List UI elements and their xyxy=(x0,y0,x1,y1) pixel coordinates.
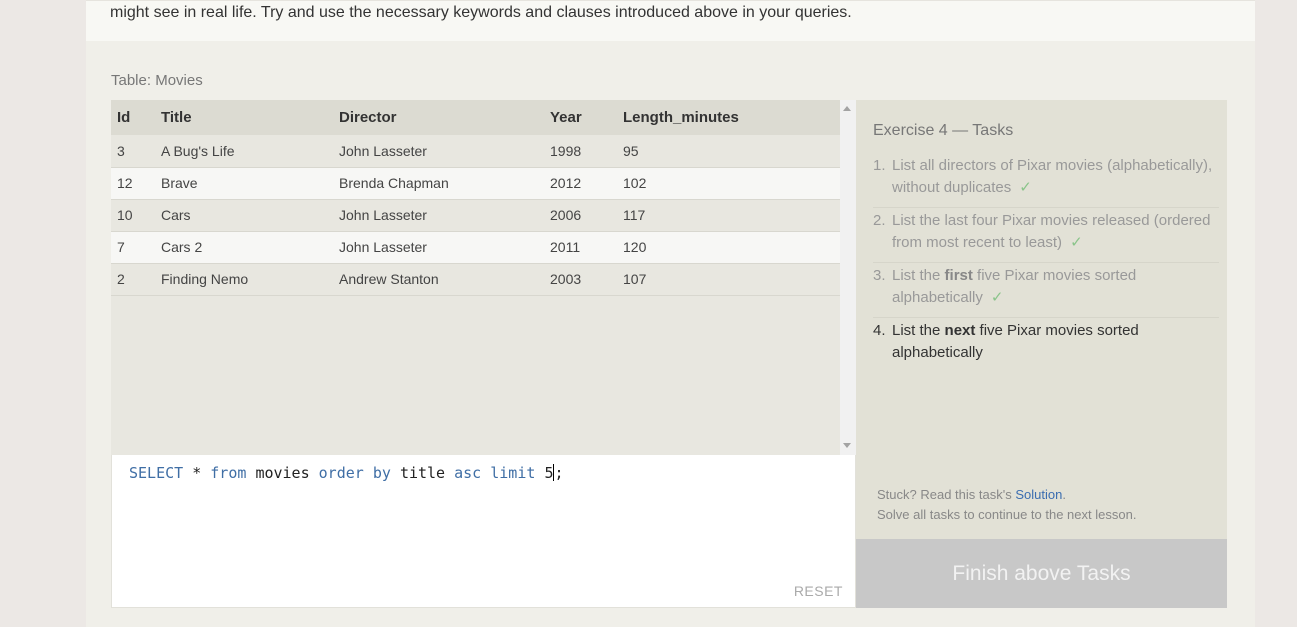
cell-year: 2006 xyxy=(544,199,617,232)
token-limit-value: 5 xyxy=(544,464,554,482)
scroll-up-arrow-icon[interactable] xyxy=(843,106,851,111)
page-margin-left xyxy=(0,0,86,627)
task-text: List the last four Pixar movies released… xyxy=(892,212,1211,251)
cell-length: 107 xyxy=(617,263,840,296)
table-row: 2 Finding Nemo Andrew Stanton 2003 107 xyxy=(111,263,840,296)
task-item-current: 4. List the next five Pixar movies sorted… xyxy=(873,320,1219,372)
table-row: 3 A Bug's Life John Lasseter 1998 95 xyxy=(111,135,840,168)
results-scrollbar[interactable] xyxy=(840,100,856,455)
cell-length: 120 xyxy=(617,231,840,264)
cell-title: Cars 2 xyxy=(155,231,333,264)
cell-year: 2012 xyxy=(544,167,617,200)
keyword-order-by: order by xyxy=(318,464,391,482)
column-header-director: Director xyxy=(333,100,544,135)
finish-tasks-button[interactable]: Finish above Tasks xyxy=(856,539,1227,608)
cell-title: Cars xyxy=(155,199,333,232)
scroll-down-arrow-icon[interactable] xyxy=(843,443,851,448)
stuck-suffix: . xyxy=(1062,487,1066,502)
keyword-limit: limit xyxy=(490,464,536,482)
cell-id: 3 xyxy=(111,135,155,168)
task-item: 3. List the first five Pixar movies sorte… xyxy=(873,265,1219,318)
token-star: * xyxy=(192,464,202,482)
column-header-title: Title xyxy=(155,100,333,135)
results-panel: Id Title Director Year Length_minutes 3 … xyxy=(111,100,856,455)
stuck-line: Stuck? Read this task's Solution. xyxy=(877,485,1136,505)
keyword-select: SELECT xyxy=(129,464,184,482)
token-table: movies xyxy=(255,464,310,482)
keyword-asc: asc xyxy=(454,464,482,482)
tasks-title: Exercise 4 — Tasks xyxy=(873,122,1014,139)
column-header-id: Id xyxy=(111,100,155,135)
cell-year: 1998 xyxy=(544,135,617,168)
cell-title: Brave xyxy=(155,167,333,200)
cell-year: 2011 xyxy=(544,231,617,264)
cell-id: 10 xyxy=(111,199,155,232)
task-text: List the xyxy=(892,322,945,339)
table-label: Table: Movies xyxy=(111,72,203,89)
task-emphasis: first xyxy=(944,267,973,284)
cell-director: Brenda Chapman xyxy=(333,167,544,200)
cell-id: 12 xyxy=(111,167,155,200)
column-header-length-minutes: Length_minutes xyxy=(617,100,840,135)
cell-director: Andrew Stanton xyxy=(333,263,544,296)
table-row: 7 Cars 2 John Lasseter 2011 120 xyxy=(111,231,840,264)
sql-query-editor[interactable]: SELECT * from movies order by title asc … xyxy=(111,455,856,608)
table-header-row: Id Title Director Year Length_minutes xyxy=(111,100,840,135)
reset-button[interactable]: RESET xyxy=(794,583,843,599)
results-table-container[interactable]: Id Title Director Year Length_minutes 3 … xyxy=(111,100,840,455)
task-number: 4. xyxy=(873,322,886,339)
task-text: List all directors of Pixar movies (alph… xyxy=(892,157,1213,196)
cell-title: A Bug's Life xyxy=(155,135,333,168)
task-number: 1. xyxy=(873,157,886,174)
task-number: 2. xyxy=(873,212,886,229)
check-icon: ✓ xyxy=(1070,234,1083,251)
task-number: 3. xyxy=(873,267,886,284)
task-item: 1. List all directors of Pixar movies (al… xyxy=(873,155,1219,208)
cell-director: John Lasseter xyxy=(333,199,544,232)
check-icon: ✓ xyxy=(1019,179,1032,196)
intro-text: might see in real life. Try and use the … xyxy=(110,4,852,21)
cell-year: 2003 xyxy=(544,263,617,296)
help-text: Stuck? Read this task's Solution. Solve … xyxy=(877,485,1136,525)
table-row: 12 Brave Brenda Chapman 2012 102 xyxy=(111,167,840,200)
cell-length: 102 xyxy=(617,167,840,200)
lesson-intro: might see in real life. Try and use the … xyxy=(86,0,1255,41)
token-column: title xyxy=(399,464,446,482)
query-line[interactable]: SELECT * from movies order by title asc … xyxy=(129,464,564,482)
cell-id: 7 xyxy=(111,231,155,264)
task-list: 1. List all directors of Pixar movies (al… xyxy=(873,155,1219,374)
page-margin-right xyxy=(1255,0,1297,627)
cell-director: John Lasseter xyxy=(333,231,544,264)
cell-length: 95 xyxy=(617,135,840,168)
check-icon: ✓ xyxy=(990,289,1004,306)
cell-id: 2 xyxy=(111,263,155,296)
cell-director: John Lasseter xyxy=(333,135,544,168)
stuck-prefix: Stuck? Read this task's xyxy=(877,487,1016,502)
continue-text: Solve all tasks to continue to the next … xyxy=(877,507,1137,522)
tasks-panel: Exercise 4 — Tasks 1. List all directors … xyxy=(856,100,1227,539)
keyword-from: from xyxy=(210,464,247,482)
task-text: List the xyxy=(892,267,945,284)
movies-table: Id Title Director Year Length_minutes 3 … xyxy=(111,100,840,296)
cell-title: Finding Nemo xyxy=(155,263,333,296)
table-row: 10 Cars John Lasseter 2006 117 xyxy=(111,199,840,232)
lesson-content: might see in real life. Try and use the … xyxy=(86,0,1255,627)
column-header-year: Year xyxy=(544,100,617,135)
task-item: 2. List the last four Pixar movies releas… xyxy=(873,210,1219,263)
cell-length: 117 xyxy=(617,199,840,232)
token-semicolon: ; xyxy=(554,464,564,482)
task-emphasis: next xyxy=(944,322,976,339)
solution-link[interactable]: Solution xyxy=(1015,487,1062,502)
